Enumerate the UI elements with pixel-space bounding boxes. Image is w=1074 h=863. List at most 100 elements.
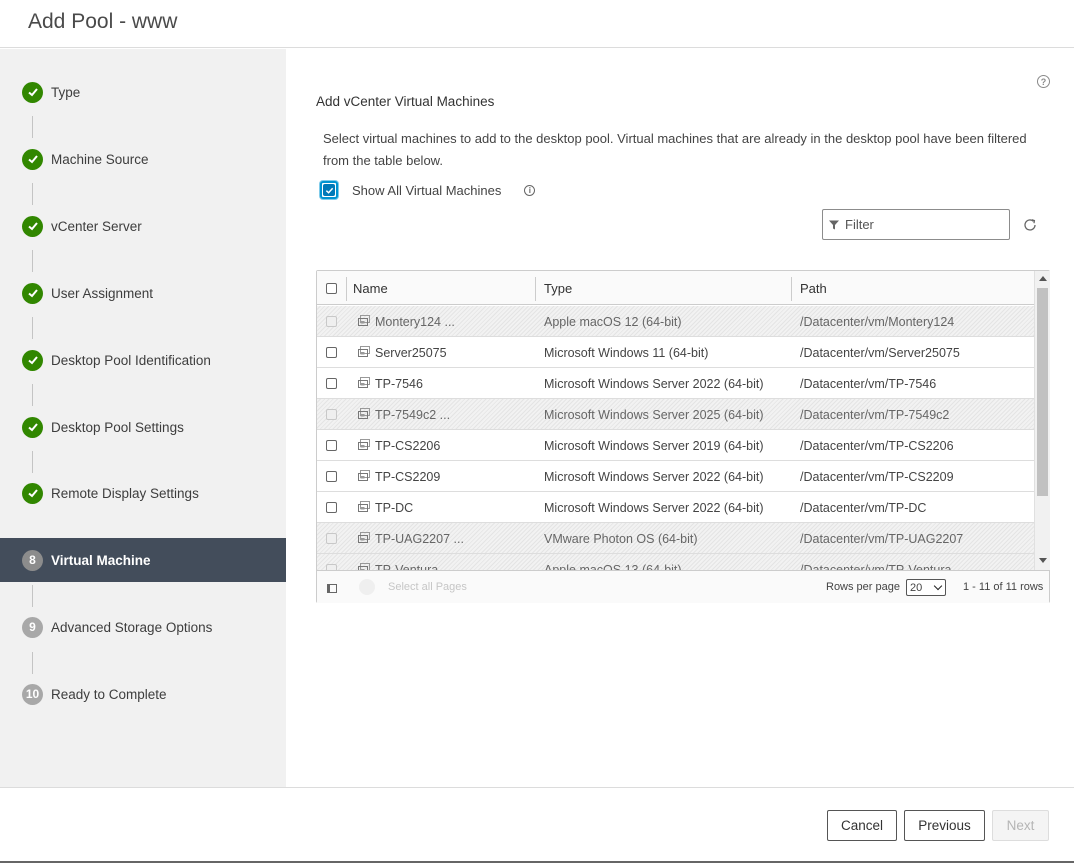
column-toggle-icon[interactable] <box>327 584 337 593</box>
vm-type: VMware Photon OS (64-bit) <box>544 531 698 546</box>
step-desktop-pool-identification[interactable]: Desktop Pool Identification <box>0 338 286 382</box>
scrollbar-thumb[interactable] <box>1037 288 1048 496</box>
help-icon[interactable]: ? <box>1037 75 1050 88</box>
row-checkbox[interactable] <box>326 471 337 482</box>
step-connector <box>32 183 33 205</box>
row-checkbox[interactable] <box>326 378 337 389</box>
refresh-icon[interactable] <box>1022 217 1038 233</box>
vm-type: Microsoft Windows Server 2019 (64-bit) <box>544 438 764 453</box>
column-header-path[interactable]: Path <box>800 271 827 305</box>
vm-icon <box>358 501 370 512</box>
step-machine-source[interactable]: Machine Source <box>0 137 286 181</box>
table-row: TP-Ventura Apple macOS 13 (64-bit) /Data… <box>317 554 1034 570</box>
vm-type: Microsoft Windows Server 2022 (64-bit) <box>544 376 764 391</box>
table-row[interactable]: TP-DC Microsoft Windows Server 2022 (64-… <box>317 492 1034 523</box>
column-header-type[interactable]: Type <box>544 271 572 305</box>
row-select-cell <box>326 492 337 523</box>
section-title: Add vCenter Virtual Machines <box>316 94 495 109</box>
vm-type: Apple macOS 12 (64-bit) <box>544 314 682 329</box>
vm-path: /Datacenter/vm/Montery124 <box>800 314 955 329</box>
step-number-badge: 8 <box>22 549 43 571</box>
step-number-badge: 9 <box>22 616 43 638</box>
step-label: Ready to Complete <box>51 686 167 702</box>
rows-per-page-select[interactable]: 20 <box>906 579 946 596</box>
step-user-assignment[interactable]: User Assignment <box>0 271 286 315</box>
vm-path: /Datacenter/vm/TP-DC <box>800 500 927 515</box>
description-text: Select virtual machines to add to the de… <box>323 131 1027 168</box>
vm-icon <box>358 439 370 450</box>
step-remote-display-settings[interactable]: Remote Display Settings <box>0 471 286 515</box>
step-connector <box>32 585 33 607</box>
select-all-checkbox[interactable] <box>326 282 337 294</box>
vm-icon <box>358 346 370 357</box>
column-separator <box>346 277 347 301</box>
vm-type: Microsoft Windows Server 2025 (64-bit) <box>544 407 764 422</box>
table-row[interactable]: TP-CS2206 Microsoft Windows Server 2019 … <box>317 430 1034 461</box>
info-icon[interactable]: i <box>524 184 536 196</box>
table-row[interactable]: TP-CS2209 Microsoft Windows Server 2022 … <box>317 461 1034 492</box>
vm-icon <box>358 315 370 326</box>
step-desktop-pool-settings[interactable]: Desktop Pool Settings <box>0 405 286 449</box>
scroll-up-arrow-icon[interactable] <box>1039 276 1047 281</box>
vm-icon <box>358 470 370 481</box>
table-row[interactable]: TP-7546 Microsoft Windows Server 2022 (6… <box>317 368 1034 399</box>
column-header-name[interactable]: Name <box>353 271 388 305</box>
select-all-pages-radio <box>359 579 375 595</box>
cancel-button[interactable]: Cancel <box>827 810 897 841</box>
filter-input[interactable] <box>845 217 1005 232</box>
table-row[interactable]: Server25075 Microsoft Windows 11 (64-bit… <box>317 337 1034 368</box>
step-virtual-machine[interactable]: 8 Virtual Machine <box>0 538 286 582</box>
step-connector <box>32 116 33 138</box>
vm-icon <box>358 532 370 543</box>
vm-icon <box>358 377 370 388</box>
row-checkbox[interactable] <box>326 502 337 513</box>
step-type[interactable]: Type <box>0 70 286 114</box>
vm-path: /Datacenter/vm/TP-7549c2 <box>800 407 950 422</box>
check-icon <box>22 215 43 237</box>
show-all-vms-checkbox[interactable] <box>320 181 338 199</box>
vm-path: /Datacenter/vm/Server25075 <box>800 345 960 360</box>
step-ready-to-complete[interactable]: 10 Ready to Complete <box>0 672 286 716</box>
row-select-cell <box>326 461 337 492</box>
vm-name: Server25075 <box>375 345 447 360</box>
vm-path: /Datacenter/vm/TP-Ventura <box>800 562 952 571</box>
wizard-steps-sidebar: Type Machine Source vCenter Server User … <box>0 49 286 787</box>
step-connector <box>32 317 33 339</box>
column-separator[interactable] <box>535 277 536 301</box>
step-label: Desktop Pool Settings <box>51 419 184 435</box>
step-connector <box>32 250 33 272</box>
step-label: Desktop Pool Identification <box>51 352 211 368</box>
row-checkbox[interactable] <box>326 440 337 451</box>
step-vcenter-server[interactable]: vCenter Server <box>0 204 286 248</box>
vm-name: TP-7546 <box>375 376 423 391</box>
vm-name: TP-DC <box>375 500 414 515</box>
vm-path: /Datacenter/vm/TP-CS2206 <box>800 438 954 453</box>
check-icon <box>22 282 43 304</box>
vm-datagrid: Name Type Path Montery124 ... Apple macO… <box>316 270 1050 603</box>
filter-icon <box>829 220 839 229</box>
step-number-badge: 10 <box>22 683 43 705</box>
step-label: Advanced Storage Options <box>51 619 213 635</box>
row-select-cell <box>326 399 337 430</box>
vm-icon <box>358 563 370 570</box>
table-row: Montery124 ... Apple macOS 12 (64-bit) /… <box>317 306 1034 337</box>
row-checkbox <box>326 409 337 420</box>
chevron-down-icon <box>933 581 943 591</box>
check-icon <box>22 482 43 504</box>
table-row: TP-7549c2 ... Microsoft Windows Server 2… <box>317 399 1034 430</box>
next-button[interactable]: Next <box>992 810 1049 841</box>
row-checkbox[interactable] <box>326 347 337 358</box>
step-label: Type <box>51 84 81 100</box>
vm-name: TP-CS2209 <box>375 469 441 484</box>
step-label: Machine Source <box>51 151 149 167</box>
vertical-scrollbar[interactable] <box>1034 271 1050 570</box>
row-select-cell <box>326 337 337 368</box>
scroll-down-arrow-icon[interactable] <box>1039 558 1047 563</box>
step-advanced-storage-options[interactable]: 9 Advanced Storage Options <box>0 605 286 649</box>
main-panel: ? Add vCenter Virtual Machines Select vi… <box>287 49 1074 787</box>
previous-button[interactable]: Previous <box>904 810 985 841</box>
column-separator[interactable] <box>791 277 792 301</box>
datagrid-rows: Montery124 ... Apple macOS 12 (64-bit) /… <box>317 306 1034 570</box>
check-icon <box>22 416 43 438</box>
step-connector <box>32 652 33 674</box>
